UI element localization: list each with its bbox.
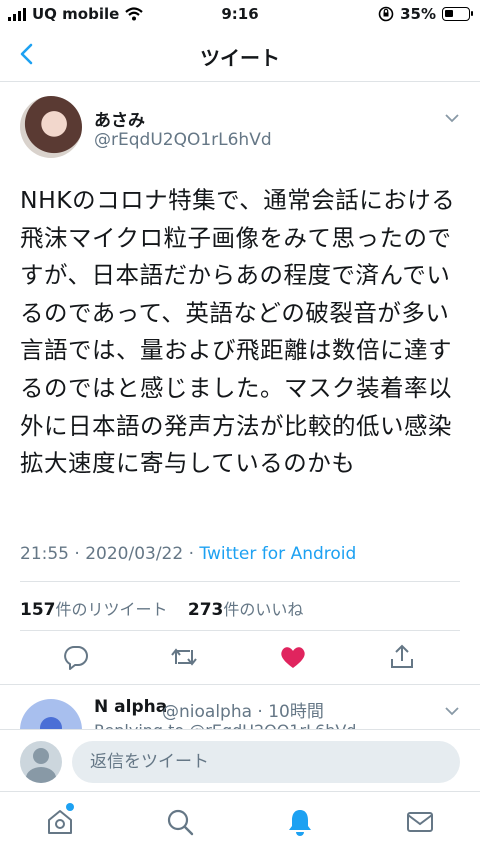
author-handle[interactable]: @rEqdU2QO1rL6hVd xyxy=(94,130,272,150)
likes-label: 件のいいね xyxy=(223,600,304,619)
reply-icon[interactable] xyxy=(61,642,91,672)
likes-count: 273 xyxy=(187,600,224,620)
reply-preview[interactable]: N alpha @nioalpha · 10時間 Replying to @rE… xyxy=(0,685,480,729)
reply-compose-bar: 返信をツイート xyxy=(0,729,480,791)
page-title: ツイート xyxy=(200,46,280,70)
tab-bar xyxy=(0,791,480,854)
avatar[interactable] xyxy=(20,96,82,158)
messages-icon[interactable] xyxy=(404,806,436,838)
tweet-actions xyxy=(0,642,480,674)
reply-input[interactable]: 返信をツイート xyxy=(72,741,460,783)
tweet-source-link[interactable]: Twitter for Android xyxy=(199,544,356,564)
status-bar: UQ mobile 9:16 35% xyxy=(0,0,480,28)
divider xyxy=(20,630,460,631)
new-content-dot xyxy=(66,803,74,811)
retweets-label: 件のリツイート xyxy=(55,600,168,619)
status-right: 35% xyxy=(378,5,473,23)
battery-percent: 35% xyxy=(400,5,436,23)
share-icon[interactable] xyxy=(387,642,417,672)
retweets-count: 157 xyxy=(20,600,56,620)
reply-context: Replying to @rEqdU2QO1rL6hVd xyxy=(94,721,356,729)
reply-avatar[interactable] xyxy=(20,699,82,729)
author-name[interactable]: あさみ xyxy=(94,106,145,131)
likes-stat[interactable]: 273件のいいね xyxy=(187,600,304,620)
tweet-author: あさみ @rEqdU2QO1rL6hVd xyxy=(20,96,460,162)
reply-author-handle: @nioalpha · 10時間 xyxy=(162,702,324,722)
battery-icon xyxy=(442,7,473,21)
chevron-down-icon[interactable] xyxy=(444,110,460,126)
nav-header: ツイート xyxy=(0,28,480,82)
tweet-text: NHKのコロナ特集で、通常会話における飛沫マイクロ粒子画像をみて思ったのですが、… xyxy=(20,186,456,478)
divider xyxy=(20,581,460,582)
retweet-icon[interactable] xyxy=(169,642,199,672)
search-icon[interactable] xyxy=(164,806,196,838)
retweets-stat[interactable]: 157件のリツイート xyxy=(20,600,168,620)
chevron-down-icon[interactable] xyxy=(444,703,460,719)
heart-icon[interactable] xyxy=(278,642,308,672)
notifications-icon[interactable] xyxy=(284,806,316,838)
orientation-lock-icon xyxy=(378,6,394,22)
tweet-stats: 157件のリツイート 273件のいいね xyxy=(20,596,303,620)
reply-author-name: N alpha xyxy=(94,697,168,717)
my-avatar xyxy=(20,741,62,783)
tweet-meta: 21:55 · 2020/03/22 · Twitter for Android xyxy=(20,544,356,564)
tweet-timestamp: 21:55 · 2020/03/22 · xyxy=(20,544,200,564)
